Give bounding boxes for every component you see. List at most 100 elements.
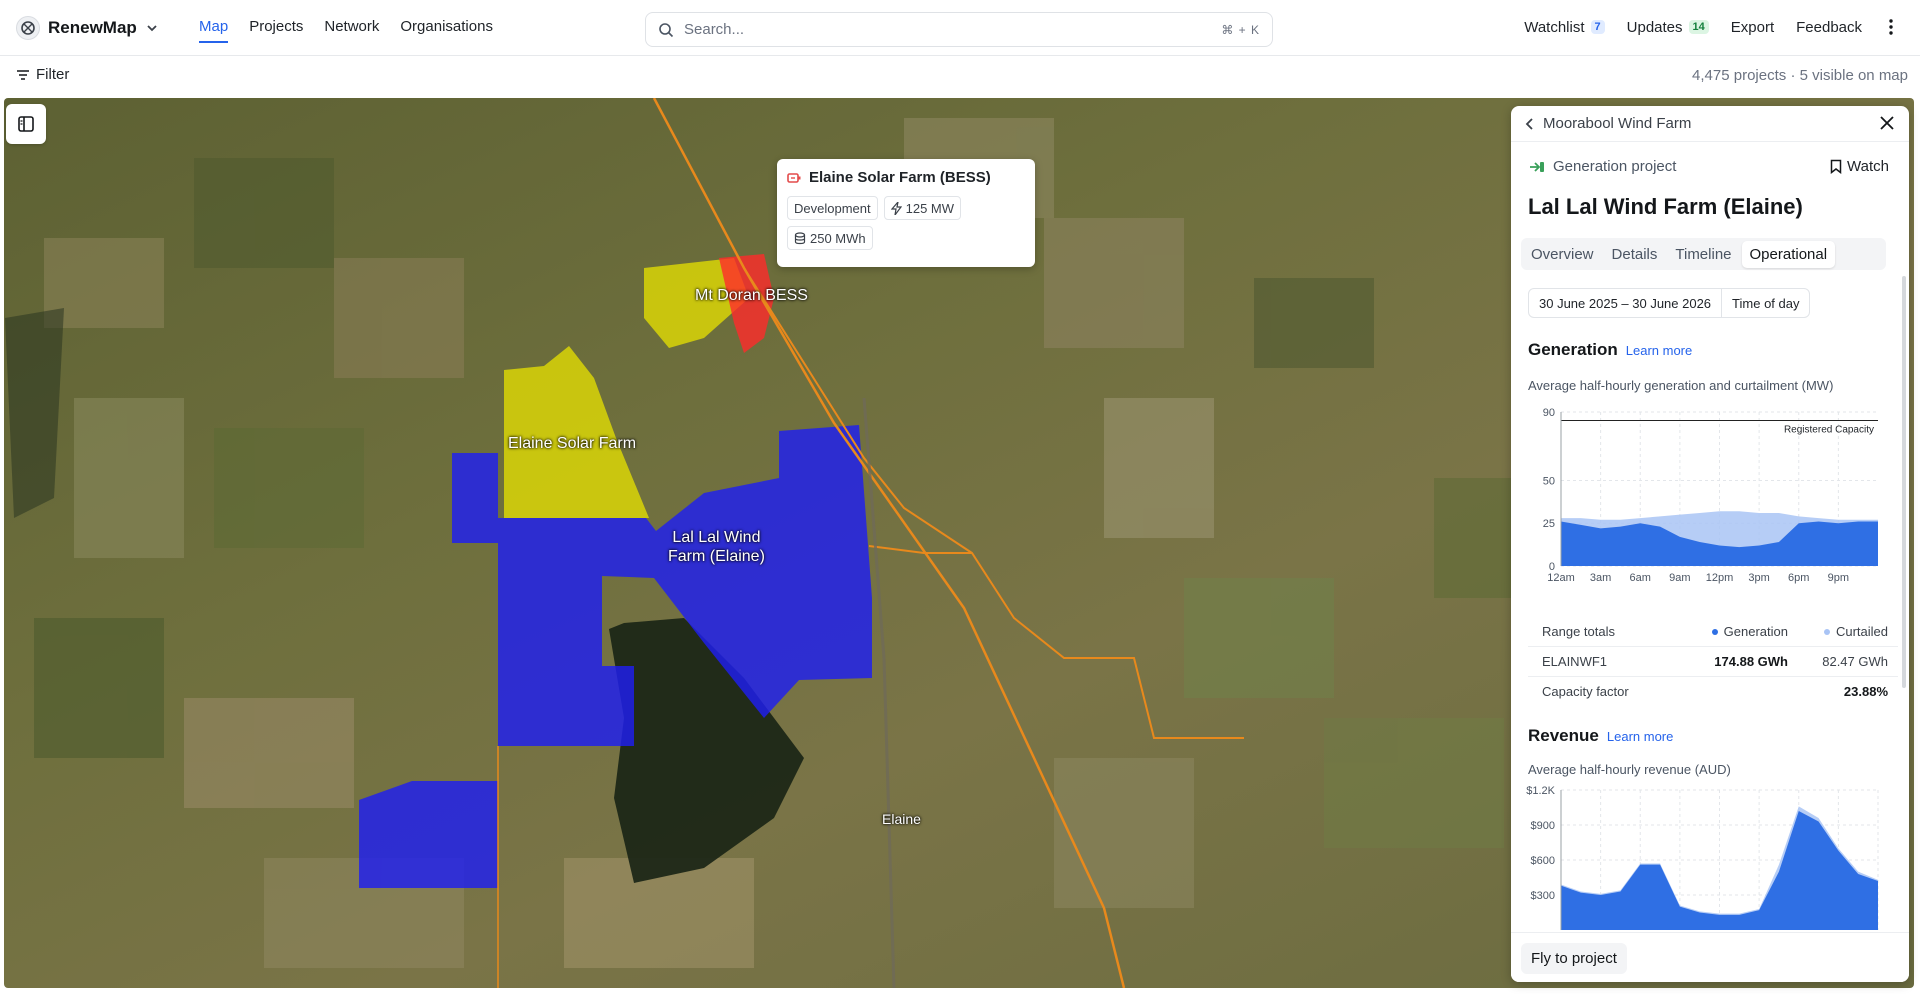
revenue-section-title: Revenue Learn more bbox=[1528, 726, 1673, 746]
y-tick-label: 25 bbox=[1543, 518, 1555, 530]
sidebar-toggle-button[interactable] bbox=[6, 104, 46, 144]
date-range-picker[interactable]: 30 June 2025 – 30 June 2026 bbox=[1529, 289, 1721, 317]
project-tabs: Overview Details Timeline Operational bbox=[1521, 238, 1886, 270]
nav-map[interactable]: Map bbox=[199, 18, 229, 43]
project-type: Generation project bbox=[1529, 158, 1676, 175]
x-tick-label: 6am bbox=[1630, 572, 1651, 584]
watchlist-button[interactable]: Watchlist 7 bbox=[1524, 18, 1605, 36]
updates-label: Updates bbox=[1626, 18, 1683, 36]
generation-chart-caption: Average half-hourly generation and curta… bbox=[1528, 378, 1834, 393]
fly-to-project-button[interactable]: Fly to project bbox=[1521, 943, 1627, 974]
legend-curtailed-dot bbox=[1823, 629, 1830, 636]
map-label-elaine-solar-farm[interactable]: Elaine Solar Farm bbox=[508, 434, 636, 453]
totals-header-label: Range totals bbox=[1542, 623, 1615, 639]
search-shortcut: ⌘ + K bbox=[1221, 22, 1260, 37]
legend-generation: Generation bbox=[1668, 624, 1788, 639]
sidebar-toggle-icon bbox=[18, 116, 34, 132]
x-tick-label: 3pm bbox=[1748, 572, 1769, 584]
energy-chip: 250 MWh bbox=[787, 226, 873, 250]
search-input[interactable] bbox=[684, 21, 1222, 38]
time-of-day-toggle[interactable]: Time of day bbox=[1721, 289, 1809, 317]
status-chip: Development bbox=[787, 196, 878, 220]
filter-label: Filter bbox=[36, 66, 70, 83]
panel-scrollbar[interactable] bbox=[1902, 276, 1906, 688]
revenue-heading: Revenue bbox=[1528, 726, 1599, 745]
x-tick-label: 12pm bbox=[1706, 572, 1734, 584]
project-detail-panel: Moorabool Wind Farm Generation project W… bbox=[1511, 106, 1909, 982]
power-chip: 125 MW bbox=[883, 196, 962, 220]
updates-count-badge: 14 bbox=[1688, 20, 1709, 34]
map-label-mt-doran-bess[interactable]: Mt Doran BESS bbox=[695, 286, 808, 305]
database-icon bbox=[794, 231, 806, 244]
unit-label: ELAINWF1 bbox=[1542, 654, 1608, 669]
watchlist-count-badge: 7 bbox=[1590, 20, 1605, 34]
status-label: Development bbox=[794, 200, 871, 216]
close-icon[interactable] bbox=[1879, 115, 1895, 131]
more-vertical-icon[interactable] bbox=[1882, 18, 1900, 36]
project-title: Lal Lal Wind Farm (Elaine) bbox=[1528, 194, 1803, 219]
top-actions: Watchlist 7 Updates 14 Export Feedback bbox=[1502, 18, 1900, 36]
y-tick-label: $900 bbox=[1531, 820, 1555, 832]
generation-section-title: Generation Learn more bbox=[1528, 340, 1692, 360]
x-tick-label: 12am bbox=[1547, 572, 1575, 584]
chevron-left-icon bbox=[1525, 117, 1533, 130]
updates-button[interactable]: Updates 14 bbox=[1627, 19, 1709, 36]
x-tick-label: 6pm bbox=[1788, 572, 1809, 584]
totals-header-row: Range totals Generation Curtailed bbox=[1528, 616, 1898, 646]
totals-unit-row: ELAINWF1 174.88 GWh 82.47 GWh bbox=[1528, 646, 1898, 676]
tab-operational[interactable]: Operational bbox=[1741, 240, 1836, 268]
app-name: RenewMap bbox=[48, 18, 137, 37]
back-button[interactable]: Moorabool Wind Farm bbox=[1525, 115, 1691, 132]
revenue-chart[interactable]: $300 $600 $900 $1.2K bbox=[1521, 780, 1901, 940]
tab-details[interactable]: Details bbox=[1604, 241, 1666, 268]
watch-label: Watch bbox=[1847, 158, 1889, 175]
popup-title: Elaine Solar Farm (BESS) bbox=[809, 169, 991, 186]
y-tick-label: $300 bbox=[1531, 890, 1555, 902]
legend-generation-label: Generation bbox=[1723, 623, 1788, 639]
generation-icon bbox=[1530, 161, 1544, 172]
x-tick-label: 9am bbox=[1669, 572, 1690, 584]
x-tick-label: 3am bbox=[1590, 572, 1611, 584]
project-popup[interactable]: Elaine Solar Farm (BESS) Development 125… bbox=[777, 159, 1035, 267]
main-nav: Map Projects Network Organisations bbox=[199, 18, 514, 43]
lightning-icon bbox=[890, 201, 902, 215]
watch-button[interactable]: Watch bbox=[1830, 158, 1889, 175]
bookmark-icon bbox=[1830, 159, 1842, 174]
nav-projects[interactable]: Projects bbox=[249, 18, 303, 43]
workspace-switcher[interactable]: RenewMap bbox=[16, 14, 159, 42]
filter-icon bbox=[17, 69, 29, 80]
map-label-lal-lal-wind-farm[interactable]: Lal Lal Wind Farm (Elaine) bbox=[668, 528, 765, 566]
back-label: Moorabool Wind Farm bbox=[1543, 115, 1692, 132]
search-box[interactable]: ⌘ + K bbox=[645, 12, 1273, 47]
nav-network[interactable]: Network bbox=[324, 18, 379, 43]
capacity-factor-label: Capacity factor bbox=[1542, 684, 1629, 699]
curtailed-total: 82.47 GWh bbox=[1822, 654, 1888, 669]
filter-button[interactable]: Filter bbox=[16, 66, 69, 83]
y-tick-label: $1.2K bbox=[1526, 785, 1555, 797]
tab-timeline[interactable]: Timeline bbox=[1667, 241, 1739, 268]
legend-generation-dot bbox=[1711, 629, 1718, 636]
project-type-label: Generation project bbox=[1553, 158, 1677, 175]
generation-learn-more-link[interactable]: Learn more bbox=[1626, 343, 1692, 358]
x-tick-label: 9pm bbox=[1828, 572, 1849, 584]
tab-overview[interactable]: Overview bbox=[1523, 241, 1602, 268]
capacity-factor-value: 23.88% bbox=[1843, 684, 1888, 699]
legend-curtailed: Curtailed bbox=[1788, 624, 1898, 639]
feedback-button[interactable]: Feedback bbox=[1796, 19, 1862, 36]
registered-capacity-label: Registered Capacity bbox=[1784, 425, 1874, 436]
panel-header: Moorabool Wind Farm bbox=[1511, 106, 1909, 142]
map-label-town-elaine: Elaine bbox=[882, 811, 921, 827]
watchlist-label: Watchlist bbox=[1524, 18, 1585, 36]
nav-organisations[interactable]: Organisations bbox=[400, 18, 493, 43]
top-navigation: RenewMap Map Projects Network Organisati… bbox=[0, 0, 1920, 56]
revenue-chart-caption: Average half-hourly revenue (AUD) bbox=[1528, 762, 1731, 777]
search-icon bbox=[659, 22, 674, 37]
filter-bar: Filter 4,475 projects · 5 visible on map bbox=[0, 56, 1920, 96]
revenue-learn-more-link[interactable]: Learn more bbox=[1607, 729, 1673, 744]
renewmap-logo-icon bbox=[16, 16, 40, 40]
legend-curtailed-label: Curtailed bbox=[1835, 623, 1888, 639]
y-tick-label: 90 bbox=[1543, 407, 1555, 419]
generation-chart[interactable]: 025509012am 3am 6am 9am 12pm 3pm 6pm 9pmRegiste… bbox=[1521, 396, 1901, 606]
export-button[interactable]: Export bbox=[1731, 19, 1774, 36]
capacity-factor-row: Capacity factor 23.88% bbox=[1528, 676, 1898, 706]
